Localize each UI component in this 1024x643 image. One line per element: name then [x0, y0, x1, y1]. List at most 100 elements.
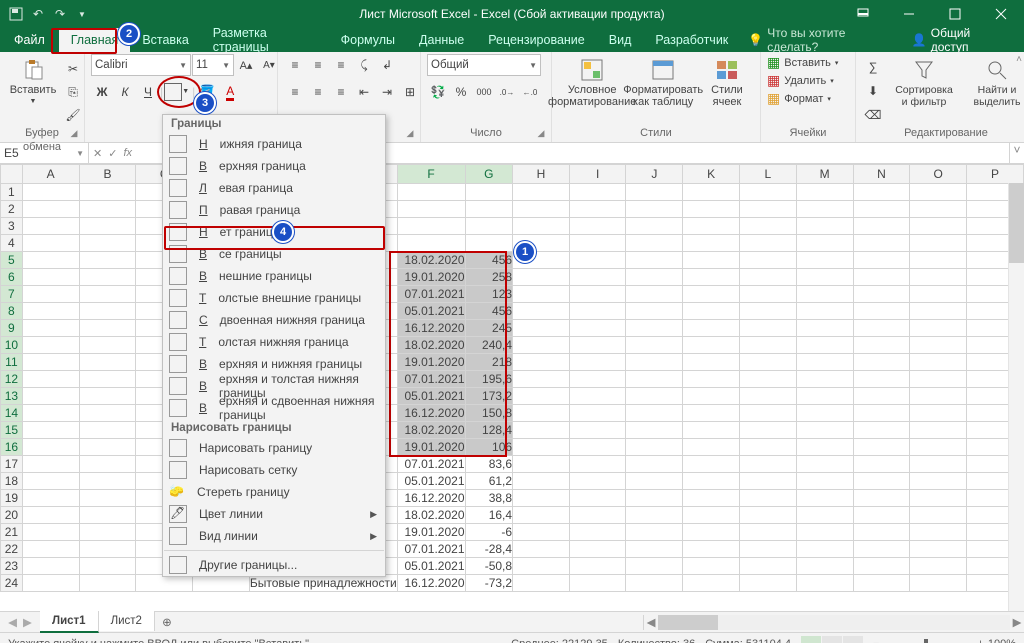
cell[interactable] [796, 575, 853, 592]
cell[interactable]: 05.01.2021 [397, 388, 465, 405]
cell[interactable] [853, 337, 910, 354]
menu-item-border[interactable]: Левая граница [163, 177, 385, 199]
cell[interactable] [569, 422, 626, 439]
cell[interactable] [79, 371, 136, 388]
cell[interactable] [796, 456, 853, 473]
cell[interactable] [796, 184, 853, 201]
cell[interactable] [22, 354, 79, 371]
increase-font-icon[interactable]: A▴ [235, 54, 257, 76]
cell[interactable] [910, 541, 967, 558]
cell[interactable] [513, 490, 570, 507]
cell[interactable] [796, 524, 853, 541]
menu-item-draw[interactable]: 🖊Цвет линии▶ [163, 503, 385, 525]
cell[interactable] [626, 490, 683, 507]
cell[interactable] [626, 320, 683, 337]
cell[interactable] [569, 388, 626, 405]
clear-icon[interactable]: ⌫ [862, 104, 884, 126]
percent-icon[interactable]: % [450, 81, 472, 103]
cell[interactable] [513, 558, 570, 575]
cell[interactable] [22, 507, 79, 524]
cell[interactable] [569, 201, 626, 218]
cell[interactable]: 16.12.2020 [397, 575, 465, 592]
cell[interactable]: -28,4 [465, 541, 513, 558]
cell[interactable] [22, 422, 79, 439]
cell[interactable] [569, 524, 626, 541]
cell[interactable] [79, 456, 136, 473]
sheet-nav-prev-icon[interactable]: ◀ [8, 615, 17, 629]
dialog-launcher-icon[interactable]: ◢ [404, 126, 416, 138]
cell[interactable] [853, 252, 910, 269]
cell[interactable] [739, 371, 796, 388]
cell[interactable] [465, 235, 513, 252]
cell[interactable] [853, 456, 910, 473]
number-format-selector[interactable]: Общий▼ [427, 54, 541, 76]
format-as-table-button[interactable]: Форматировать как таблицу [628, 54, 698, 112]
undo-icon[interactable]: ↶ [30, 6, 46, 22]
row-header[interactable]: 17 [1, 456, 23, 473]
cell[interactable]: 18.02.2020 [397, 422, 465, 439]
menu-item-draw[interactable]: Нарисовать сетку [163, 459, 385, 481]
cell[interactable] [22, 286, 79, 303]
cell[interactable] [853, 405, 910, 422]
cell[interactable] [22, 541, 79, 558]
cell[interactable] [626, 558, 683, 575]
cell[interactable] [569, 405, 626, 422]
paste-button[interactable]: Вставить▼ [6, 54, 60, 109]
cell[interactable]: 83,6 [465, 456, 513, 473]
align-center-icon[interactable]: ≡ [307, 81, 329, 103]
cell[interactable] [910, 507, 967, 524]
col-header[interactable]: K [683, 165, 740, 184]
menu-item-draw[interactable]: Вид линии▶ [163, 525, 385, 547]
maximize-icon[interactable] [932, 0, 978, 28]
increase-decimal-icon[interactable]: .0→ [496, 81, 518, 103]
view-normal-icon[interactable] [801, 636, 821, 643]
cell[interactable] [22, 337, 79, 354]
cell[interactable] [796, 320, 853, 337]
cell[interactable] [79, 439, 136, 456]
cell[interactable]: 07.01.2021 [397, 371, 465, 388]
cell[interactable] [683, 490, 740, 507]
cell[interactable] [626, 286, 683, 303]
cell[interactable] [853, 524, 910, 541]
cell[interactable] [513, 354, 570, 371]
cell[interactable] [739, 320, 796, 337]
row-header[interactable]: 1 [1, 184, 23, 201]
cell[interactable] [910, 558, 967, 575]
cell[interactable] [683, 235, 740, 252]
cell[interactable] [739, 337, 796, 354]
cell[interactable] [910, 490, 967, 507]
cell[interactable] [739, 184, 796, 201]
cell[interactable]: 456 [465, 303, 513, 320]
cell[interactable]: 19.01.2020 [397, 354, 465, 371]
cell[interactable] [796, 422, 853, 439]
cell[interactable] [683, 201, 740, 218]
cell[interactable] [569, 473, 626, 490]
cell[interactable] [22, 388, 79, 405]
cell[interactable] [739, 422, 796, 439]
align-bottom-icon[interactable]: ≡ [330, 54, 352, 76]
cell[interactable] [683, 184, 740, 201]
cell[interactable] [22, 303, 79, 320]
cell[interactable] [79, 303, 136, 320]
cell[interactable] [79, 269, 136, 286]
cell[interactable] [683, 371, 740, 388]
view-page-layout-icon[interactable] [822, 636, 842, 643]
share-button[interactable]: 👤Общий доступ [898, 28, 1024, 52]
cell[interactable] [683, 252, 740, 269]
cell[interactable] [739, 286, 796, 303]
cell[interactable] [853, 218, 910, 235]
cell[interactable] [22, 456, 79, 473]
col-header[interactable]: L [739, 165, 796, 184]
row-header[interactable]: 6 [1, 269, 23, 286]
decrease-decimal-icon[interactable]: ←.0 [519, 81, 541, 103]
cell[interactable]: 18.02.2020 [397, 507, 465, 524]
cell[interactable] [853, 490, 910, 507]
menu-item-border[interactable]: Толстая нижняя граница [163, 331, 385, 353]
dialog-launcher-icon[interactable]: ◢ [68, 126, 80, 138]
cell[interactable] [626, 337, 683, 354]
row-header[interactable]: 13 [1, 388, 23, 405]
col-header[interactable]: G [465, 165, 513, 184]
cell[interactable] [626, 303, 683, 320]
menu-item-border[interactable]: Верхняя граница [163, 155, 385, 177]
col-header[interactable]: A [22, 165, 79, 184]
